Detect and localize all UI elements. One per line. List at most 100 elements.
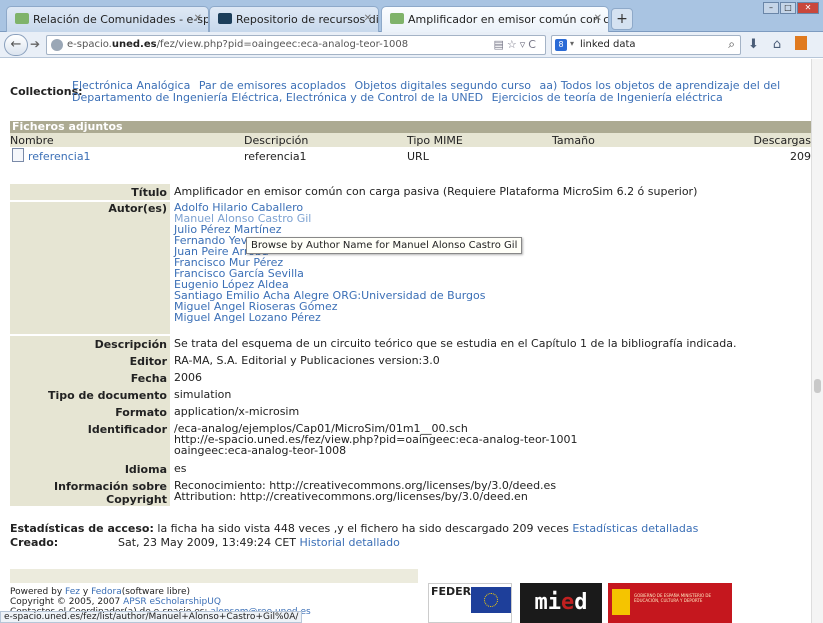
file-link[interactable]: referencia1 <box>28 150 91 163</box>
search-box[interactable]: 8 ▾ linked data ⌕ <box>551 35 741 55</box>
minimize-icon[interactable]: – <box>763 2 779 14</box>
collection-link[interactable]: Ejercicios de teoría de Ingeniería eléct… <box>492 91 723 104</box>
metadata-row-fecha: Fecha 2006 <box>10 370 811 387</box>
home-icon[interactable]: ⌂ <box>773 37 781 52</box>
detailed-stats-link[interactable]: Estadísticas detalladas <box>572 522 698 535</box>
metadata-label: Idioma <box>10 461 170 478</box>
close-tab-icon[interactable]: ✕ <box>364 13 372 24</box>
file-description: referencia1 <box>244 150 307 163</box>
author-tooltip: Browse by Author Name for Manuel Alonso … <box>246 237 523 254</box>
metadata-label: Tipo de documento <box>10 387 170 404</box>
metadata-row-formato: Formato application/x-microsim <box>10 404 811 421</box>
tab-bar: Relación de Comunidades - e-spacio ✕ Rep… <box>0 0 823 33</box>
metadata-row-titulo: Título Amplificador en emisor común con … <box>10 184 811 200</box>
url-text: e-spacio.uned.es/fez/view.php?pid=oainge… <box>67 39 409 50</box>
metadata-row-tipo: Tipo de documento simulation <box>10 387 811 404</box>
extension-icon[interactable] <box>795 36 808 50</box>
access-stats: Estadísticas de acceso: la ficha ha sido… <box>10 522 698 550</box>
fedora-link[interactable]: Fedora <box>91 587 122 597</box>
forward-button[interactable]: ➔ <box>30 37 40 51</box>
footer-bar <box>10 569 418 583</box>
authors-list: Adolfo Hilario Caballero Manuel Alonso C… <box>172 202 811 323</box>
chevron-down-icon[interactable]: ▾ <box>570 39 574 48</box>
metadata-value: Amplificador en emisor común con carga p… <box>174 185 698 198</box>
metadata-value: Se trata del esquema de un circuito teór… <box>174 337 737 350</box>
metadata-label: Descripción <box>10 336 170 353</box>
metadata-row-idioma: Idioma es <box>10 461 811 478</box>
back-button[interactable]: ← <box>4 34 28 56</box>
identifier-line: oaingeec:eca-analog-teor-1008 <box>174 444 347 457</box>
file-downloads: 209 <box>790 150 811 163</box>
metadata-row-descripcion: Descripción Se trata del esquema de un c… <box>10 336 811 353</box>
scrollbar-thumb[interactable] <box>814 379 821 393</box>
maximize-icon[interactable]: □ <box>780 2 796 14</box>
metadata-value: simulation <box>174 388 232 401</box>
metadata-table: Título Amplificador en emisor común con … <box>10 184 811 506</box>
metadata-label: Título <box>10 184 170 200</box>
file-mime: URL <box>407 150 429 163</box>
apsr-link[interactable]: APSR eScholarshipUQ <box>123 597 221 607</box>
created-value: Sat, 23 May 2009, 13:49:24 CET <box>118 536 296 549</box>
address-bar[interactable]: e-spacio.uned.es/fez/view.php?pid=oainge… <box>46 35 546 55</box>
stats-text: la ficha ha sido vista 448 veces ,y el f… <box>157 522 569 535</box>
site-favicon-icon <box>218 13 232 24</box>
mied-logo: mied <box>520 583 602 623</box>
tab-label: Amplificador en emisor común con c... <box>408 13 609 26</box>
metadata-label: Formato <box>10 404 170 421</box>
metadata-row-identificador: Identificador /eca-analog/ejemplos/Cap01… <box>10 421 811 461</box>
metadata-value: /eca-analog/ejemplos/Cap01/MicroSim/01m1… <box>172 423 811 456</box>
tab-label: Repositorio de recursos digitales edu... <box>236 13 379 26</box>
author-link[interactable]: Julio Pérez Martínez <box>174 224 811 235</box>
metadata-row-copyright: Información sobre Copyright Reconocimien… <box>10 478 811 506</box>
column-header: Tipo MIME <box>407 134 463 147</box>
column-header: Descargas <box>753 134 811 147</box>
status-bar: e-spacio.uned.es/fez/list/author/Manuel+… <box>0 611 303 623</box>
metadata-label: Fecha <box>10 370 170 387</box>
attached-files-header: Ficheros adjuntos <box>10 121 811 133</box>
created-label: Creado: <box>10 536 59 549</box>
metadata-label: Editor <box>10 353 170 370</box>
tab-relacion-comunidades[interactable]: Relación de Comunidades - e-spacio ✕ <box>6 6 209 32</box>
tab-amplificador[interactable]: Amplificador en emisor común con c... ✕ <box>381 6 609 33</box>
close-window-icon[interactable]: ✕ <box>797 2 819 14</box>
fez-link[interactable]: Fez <box>65 587 80 597</box>
vertical-scrollbar[interactable] <box>811 59 823 623</box>
metadata-value: application/x-microsim <box>174 405 300 418</box>
metadata-label: Autor(es) <box>10 202 170 334</box>
stats-line: Estadísticas de acceso: la ficha ha sido… <box>10 522 698 536</box>
eu-flag-icon <box>471 587 511 613</box>
search-icon[interactable]: ⌕ <box>728 37 735 52</box>
navigation-bar: ← ➔ e-spacio.uned.es/fez/view.php?pid=oa… <box>0 32 823 58</box>
site-favicon-icon <box>15 13 29 24</box>
page-content: Collections: Electrónica Analógica Par d… <box>0 59 811 623</box>
stats-label: Estadísticas de acceso: <box>10 522 154 535</box>
tab-repositorio[interactable]: Repositorio de recursos digitales edu...… <box>209 6 379 32</box>
metadata-value: 2006 <box>174 371 202 384</box>
metadata-value: RA-MA, S.A. Editorial y Publicaciones ve… <box>174 354 440 367</box>
created-line: Creado: Sat, 23 May 2009, 13:49:24 CET Hi… <box>10 536 698 550</box>
search-engine-icon[interactable]: 8 <box>555 39 567 51</box>
new-tab-button[interactable]: + <box>611 8 633 30</box>
feder-logo: FEDER <box>428 583 512 623</box>
metadata-value: es <box>174 462 187 475</box>
column-header: Nombre <box>10 134 54 147</box>
address-tools-icon[interactable]: ▤☆▿C <box>494 38 539 51</box>
gobierno-logo: GOBIERNO DE ESPAÑA MINISTERIO DE EDUCACI… <box>608 583 732 623</box>
license-line: Attribution: http://creativecommons.org/… <box>174 490 528 503</box>
spain-flag-icon <box>612 589 630 615</box>
author-link[interactable]: Miguel Angel Lozano Pérez <box>174 312 811 323</box>
search-input[interactable]: linked data <box>580 39 636 50</box>
history-link[interactable]: Historial detallado <box>300 536 400 549</box>
window-controls: – □ ✕ <box>763 2 819 14</box>
document-icon <box>12 148 24 162</box>
attached-files-table: Ficheros adjuntos Nombre Descripción Tip… <box>10 121 811 167</box>
download-icon[interactable]: ⬇ <box>748 37 759 52</box>
metadata-value: Reconocimiento: http://creativecommons.o… <box>172 480 811 502</box>
metadata-label: Identificador <box>10 421 170 461</box>
site-favicon-icon <box>390 13 404 24</box>
column-header: Tamaño <box>552 134 595 147</box>
close-tab-icon[interactable]: ✕ <box>194 13 202 24</box>
toolbar-icons: ⬇ ⌂ <box>748 36 808 52</box>
table-header-row: Nombre Descripción Tipo MIME Tamaño Desc… <box>10 133 811 147</box>
close-tab-icon[interactable]: ✕ <box>594 13 602 24</box>
